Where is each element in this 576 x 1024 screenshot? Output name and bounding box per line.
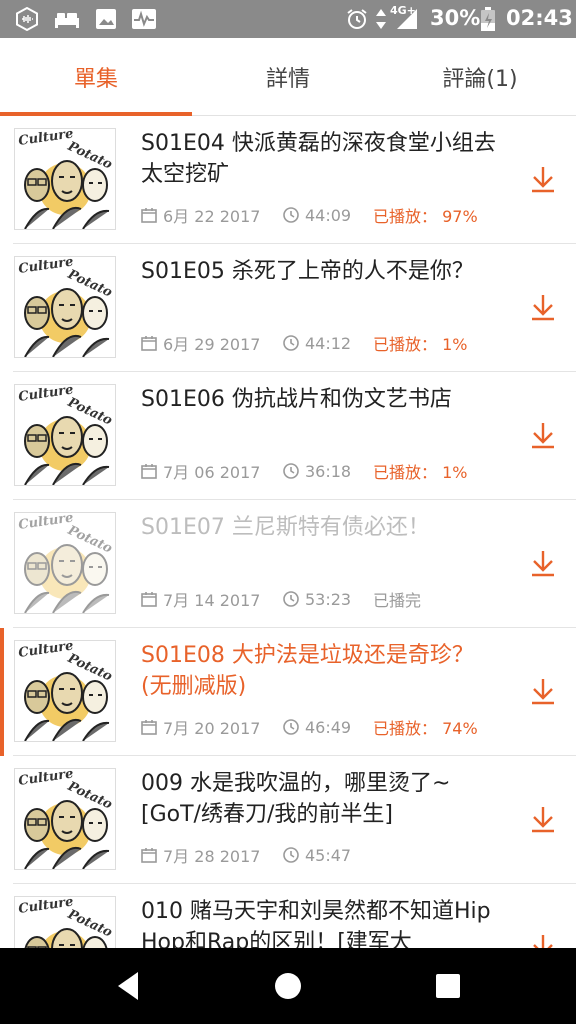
episode-duration: 53:23 — [283, 590, 373, 609]
episode-thumbnail: Culture Potato — [14, 896, 116, 948]
episode-thumbnail: Culture Potato — [14, 640, 116, 742]
episode-play-status: 已播完 — [373, 591, 422, 610]
episode-title: 010 赌马天宇和刘昊然都不知道Hip Hop和Rap的区别！[建军大 — [141, 899, 491, 948]
episode-thumbnail: Culture Potato — [14, 768, 116, 870]
home-icon[interactable] — [270, 968, 306, 1004]
episode-play-status: 已播放： 74% — [373, 719, 478, 738]
pulse-icon — [130, 7, 158, 31]
episode-duration: 46:49 — [283, 718, 373, 737]
episode-duration: 44:09 — [283, 206, 373, 225]
episode-title: S01E04 快派黄磊的深夜食堂小组去太空挖矿 — [141, 131, 496, 187]
download-icon[interactable] — [528, 164, 558, 194]
battery-percent: 30% — [430, 6, 481, 30]
episode-duration: 44:12 — [283, 334, 373, 353]
battery-charging-icon — [480, 7, 496, 31]
bed-icon — [52, 7, 82, 31]
episode-title: 009 水是我吹温的，哪里烫了~[GoT/绣春刀/我的前半生] — [141, 771, 451, 827]
clock-icon — [283, 847, 299, 863]
episode-item[interactable]: Culture Potato 010 赌马天宇和刘昊然都不知道Hip Hop和R… — [0, 884, 576, 948]
episode-play-status: 已播放： 1% — [373, 463, 468, 482]
episode-meta: 6月 29 2017 44:12 已播放： 1% — [141, 332, 521, 354]
episode-meta: 7月 28 2017 45:47 — [141, 844, 521, 866]
download-icon[interactable] — [528, 804, 558, 834]
tab-bar: 單集 詳情 評論(1) — [0, 38, 576, 116]
episode-title: S01E07 兰尼斯特有债必还！ — [141, 515, 430, 540]
episode-thumbnail: Culture Potato — [14, 384, 116, 486]
calendar-icon — [141, 336, 157, 351]
tab-episodes[interactable]: 單集 — [0, 38, 192, 116]
download-icon[interactable] — [528, 420, 558, 450]
episode-meta: 7月 06 2017 36:18 已播放： 1% — [141, 460, 521, 482]
episode-date: 7月 14 2017 — [141, 587, 283, 611]
episode-date: 6月 22 2017 — [141, 203, 283, 227]
download-icon[interactable] — [528, 548, 558, 578]
episode-play-status: 已播放： 1% — [373, 335, 468, 354]
episode-meta: 7月 14 2017 53:23 已播完 — [141, 588, 521, 610]
download-icon[interactable] — [528, 932, 558, 948]
calendar-icon — [141, 464, 157, 479]
clock-icon — [283, 335, 299, 351]
image-icon — [94, 7, 118, 31]
episode-date: 7月 28 2017 — [141, 843, 283, 867]
clock-icon — [283, 207, 299, 223]
episode-meta: 7月 20 2017 46:49 已播放： 74% — [141, 716, 521, 738]
signal-icon — [394, 7, 420, 31]
episode-item[interactable]: Culture Potato S01E05 杀死了上帝的人不是你？ 6月 29 … — [0, 244, 576, 372]
episode-thumbnail: Culture Potato — [14, 256, 116, 358]
alarm-icon — [344, 7, 370, 31]
calendar-icon — [141, 208, 157, 223]
episode-duration: 36:18 — [283, 462, 373, 481]
episode-title: S01E05 杀死了上帝的人不是你？ — [141, 259, 474, 284]
episode-title: S01E08 大护法是垃圾还是奇珍？(无删减版) — [141, 643, 474, 699]
hexagon-app-icon — [14, 7, 40, 31]
download-icon[interactable] — [528, 676, 558, 706]
calendar-icon — [141, 720, 157, 735]
episode-item[interactable]: Culture Potato S01E07 兰尼斯特有债必还！ 7月 14 20… — [0, 500, 576, 628]
recents-icon[interactable] — [430, 968, 466, 1004]
episode-item[interactable]: Culture Potato S01E08 大护法是垃圾还是奇珍？(无删减版) … — [0, 628, 576, 756]
clock-icon — [283, 591, 299, 607]
current-episode-marker — [0, 628, 4, 756]
tab-comments[interactable]: 評論(1) — [384, 38, 576, 116]
navigation-bar — [0, 948, 576, 1024]
clock-icon — [283, 719, 299, 735]
episode-date: 6月 29 2017 — [141, 331, 283, 355]
episode-duration: 45:47 — [283, 846, 373, 865]
tab-details[interactable]: 詳情 — [192, 38, 384, 116]
episode-play-status: 已播放： 97% — [373, 207, 478, 226]
episode-thumbnail: Culture Potato — [14, 512, 116, 614]
status-bar: 4G+ 30% 02:43 — [0, 0, 576, 38]
download-icon[interactable] — [528, 292, 558, 322]
clock: 02:43 — [506, 6, 573, 30]
episode-item[interactable]: Culture Potato S01E06 伪抗战片和伪文艺书店 7月 06 2… — [0, 372, 576, 500]
clock-icon — [283, 463, 299, 479]
calendar-icon — [141, 848, 157, 863]
episode-date: 7月 06 2017 — [141, 459, 283, 483]
back-icon[interactable] — [110, 968, 146, 1004]
episode-item[interactable]: Culture Potato 009 水是我吹温的，哪里烫了~[GoT/绣春刀/… — [0, 756, 576, 884]
episode-date: 7月 20 2017 — [141, 715, 283, 739]
episode-meta: 6月 22 2017 44:09 已播放： 97% — [141, 204, 521, 226]
episode-thumbnail: Culture Potato — [14, 128, 116, 230]
calendar-icon — [141, 592, 157, 607]
data-arrows-icon — [372, 7, 390, 31]
episode-title: S01E06 伪抗战片和伪文艺书店 — [141, 387, 452, 412]
episode-list[interactable]: Culture Potato S01E04 快派黄磊的深夜食堂小组去太空挖矿 6… — [0, 116, 576, 948]
episode-item[interactable]: Culture Potato S01E04 快派黄磊的深夜食堂小组去太空挖矿 6… — [0, 116, 576, 244]
